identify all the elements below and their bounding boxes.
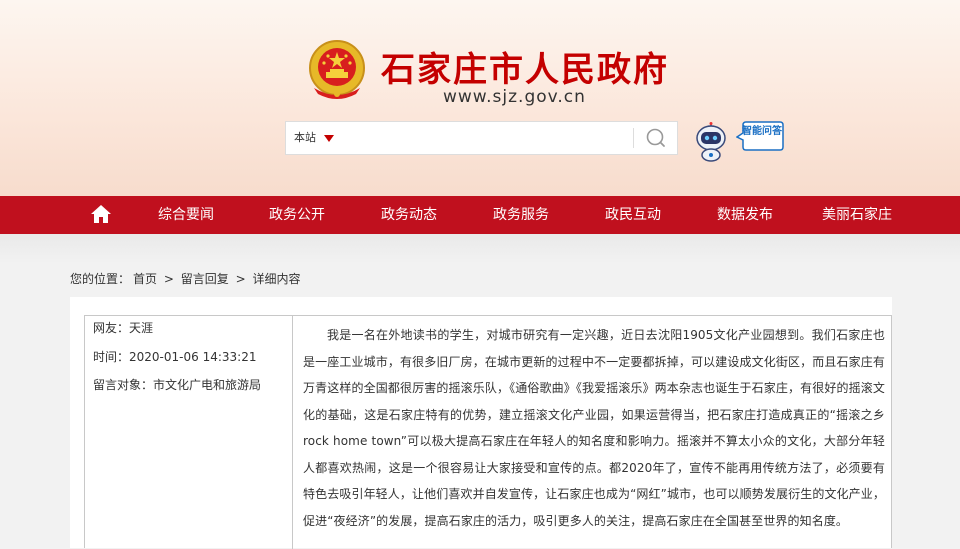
nav-item-open-government[interactable]: 政务公开	[269, 196, 325, 234]
time-value: 2020-01-06 14:33:21	[129, 350, 257, 364]
target-value: 市文化广电和旅游局	[153, 378, 262, 392]
breadcrumb-message-reply[interactable]: 留言回复	[181, 272, 229, 286]
search-scope-select[interactable]: 本站	[294, 122, 316, 154]
netizen-row: 网友：天涯	[93, 320, 153, 336]
breadcrumb-separator: >	[163, 272, 174, 286]
nav-item-interaction[interactable]: 政民互动	[605, 196, 661, 234]
site-title: 石家庄市人民政府	[381, 50, 669, 90]
search-icon[interactable]	[641, 125, 671, 151]
search-input[interactable]	[346, 123, 635, 155]
smart-qa-link[interactable]: 智能问答	[742, 126, 782, 138]
content-panel: 网友：天涯 时间：2020-01-06 14:33:21 留言对象：市文化广电和…	[70, 297, 892, 549]
time-label: 时间：	[93, 350, 130, 364]
breadcrumb: 您的位置： 首页 > 留言回复 > 详细内容	[70, 270, 892, 292]
breadcrumb-separator: >	[235, 272, 246, 286]
breadcrumb-current: 详细内容	[252, 272, 301, 286]
robot-icon[interactable]	[692, 122, 730, 162]
nav-item-beautiful-sjz[interactable]: 美丽石家庄	[822, 196, 892, 234]
search-divider	[633, 128, 634, 148]
nav-item-government-services[interactable]: 政务服务	[493, 196, 549, 234]
target-row: 留言对象：市文化广电和旅游局	[93, 377, 261, 393]
search-bar: 本站	[285, 121, 678, 155]
time-row: 时间：2020-01-06 14:33:21	[93, 349, 256, 365]
breadcrumb-home[interactable]: 首页	[133, 272, 157, 286]
national-emblem-icon[interactable]	[306, 38, 368, 102]
main-nav: 综合要闻 政务公开 政务动态 政务服务 政民互动 数据发布 美丽石家庄	[0, 196, 960, 234]
message-body: 我是一名在外地读书的学生，对城市研究有一定兴趣，近日去沈阳1905文化产业园想到…	[303, 322, 885, 534]
site-url: www.sjz.gov.cn	[443, 87, 586, 107]
nav-shadow	[0, 234, 960, 264]
nav-item-data-release[interactable]: 数据发布	[717, 196, 773, 234]
breadcrumb-prefix: 您的位置：	[70, 272, 131, 286]
netizen-name: 天涯	[129, 321, 154, 335]
nav-item-government-updates[interactable]: 政务动态	[381, 196, 437, 234]
home-icon[interactable]	[90, 204, 112, 224]
nav-item-news[interactable]: 综合要闻	[158, 196, 214, 234]
netizen-label: 网友：	[93, 321, 130, 335]
message-content: 我是一名在外地读书的学生，对城市研究有一定兴趣，近日去沈阳1905文化产业园想到…	[303, 328, 885, 528]
message-table: 网友：天涯 时间：2020-01-06 14:33:21 留言对象：市文化广电和…	[84, 315, 892, 549]
message-meta: 网友：天涯 时间：2020-01-06 14:33:21 留言对象：市文化广电和…	[85, 316, 293, 549]
target-label: 留言对象：	[93, 378, 154, 392]
caret-down-icon[interactable]	[324, 135, 334, 142]
site-header: 石家庄市人民政府 www.sjz.gov.cn 本站 智能问答	[0, 0, 960, 196]
